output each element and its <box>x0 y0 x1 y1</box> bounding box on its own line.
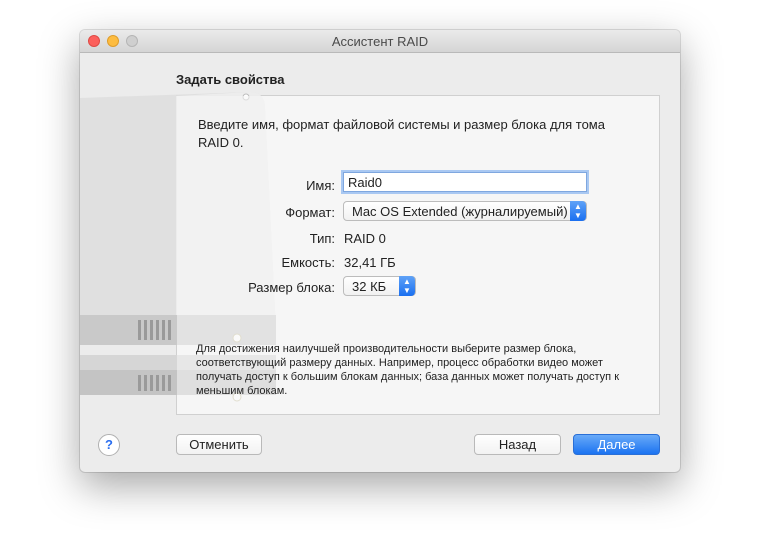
help-button[interactable]: ? <box>98 434 120 456</box>
block-size-note: Для достижения наилучшей производительно… <box>196 343 620 397</box>
popup-arrows-icon: ▲ ▼ <box>570 201 586 221</box>
popup-arrows-icon: ▲ ▼ <box>399 276 415 296</box>
block-size-popup[interactable]: 32 КБ ▲ ▼ <box>343 276 416 296</box>
section-heading: Задать свойства <box>176 72 285 87</box>
next-button[interactable]: Далее <box>573 434 660 455</box>
back-button[interactable]: Назад <box>474 434 561 455</box>
title-bar: Ассистент RAID <box>80 30 680 53</box>
name-input[interactable] <box>341 170 589 194</box>
format-popup[interactable]: Mac OS Extended (журналируемый) ▲ ▼ <box>343 201 587 221</box>
capacity-value: 32,41 ГБ <box>344 255 396 270</box>
capacity-label: Емкость: <box>281 255 335 270</box>
window-title: Ассистент RAID <box>331 34 429 49</box>
name-label: Имя: <box>306 178 335 193</box>
format-label: Формат: <box>285 205 335 220</box>
raid-assistant-window: Ассистент RAID Задать свойства Введите и… <box>80 30 680 472</box>
format-value: Mac OS Extended (журналируемый) <box>352 204 568 219</box>
block-size-value: 32 КБ <box>352 279 387 294</box>
type-value: RAID 0 <box>344 231 386 246</box>
intro-text: Введите имя, формат файловой системы и р… <box>198 117 605 150</box>
block-size-label: Размер блока: <box>248 280 335 295</box>
type-label: Тип: <box>309 231 335 246</box>
cancel-button[interactable]: Отменить <box>176 434 262 455</box>
